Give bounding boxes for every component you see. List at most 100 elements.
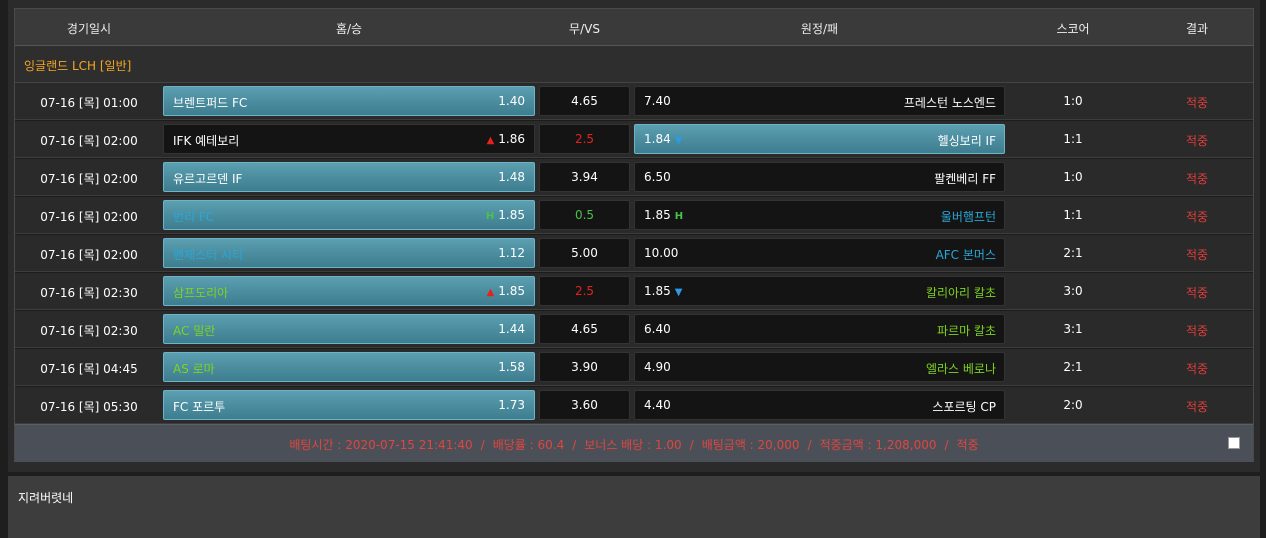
away-team: 팔켄베리 FF <box>934 172 996 186</box>
away-odds-button[interactable]: 10.00 AFC 본머스 <box>634 238 1005 268</box>
table-row: 07-16 [목] 02:30 AC 밀란 1.44 4.65 6.40 파르마 칼초 3:… <box>15 311 1253 348</box>
match-score: 2:1 <box>1063 360 1083 374</box>
home-odd-value: 1.85 <box>498 208 525 222</box>
bet-status: 적중 <box>956 438 979 452</box>
home-odd: 1.58 <box>498 360 525 374</box>
draw-odds-button[interactable]: 2.5 <box>539 124 630 154</box>
home-odd: 1.40 <box>498 94 525 108</box>
away-odd: 1.84 ▼ <box>644 132 686 146</box>
draw-odds-button[interactable]: 5.00 <box>539 238 630 268</box>
header-score: 스코어 <box>1056 22 1090 36</box>
away-team: 헬싱보리 IF <box>937 134 996 148</box>
home-team: 번리 FC <box>173 210 215 224</box>
header-draw: 무/VS <box>569 22 600 36</box>
league-row: 잉글랜드 LCH [일반] <box>15 46 1253 83</box>
home-odds-button[interactable]: FC 포르투 1.73 <box>163 390 535 420</box>
draw-odds-button[interactable]: 3.60 <box>539 390 630 420</box>
match-date: 07-16 [목] 02:30 <box>40 286 138 300</box>
away-odd-value: 1.85 <box>644 208 671 222</box>
away-odd-value: 6.40 <box>644 322 671 336</box>
home-odd: 1.12 <box>498 246 525 260</box>
draw-odds-button[interactable]: 2.5 <box>539 276 630 306</box>
result-badge: 적중 <box>1185 362 1209 376</box>
draw-odds-button[interactable]: 0.5 <box>539 200 630 230</box>
match-score: 3:1 <box>1063 322 1083 336</box>
draw-odd-value: 4.65 <box>571 94 598 108</box>
draw-odds-button[interactable]: 4.65 <box>539 314 630 344</box>
home-team: 브렌트퍼드 FC <box>173 96 248 110</box>
bet-time: 배팅시간 : 2020-07-15 21:41:40 <box>289 438 473 452</box>
match-date: 07-16 [목] 04:45 <box>40 362 138 376</box>
home-odds-button[interactable]: IFK 예테보리 ▲ 1.86 <box>163 124 535 154</box>
away-odds-button[interactable]: 7.40 프레스턴 노스엔드 <box>634 86 1005 116</box>
draw-odd-value: 3.60 <box>571 398 598 412</box>
bet-summary-text: 배팅시간 : 2020-07-15 21:41:40/배당률 : 60.4/보너… <box>289 438 979 452</box>
home-team: IFK 예테보리 <box>173 134 240 148</box>
table-header: 경기일시 홈/승 무/VS 원정/패 스코어 결과 <box>15 9 1253 46</box>
league-name: 잉글랜드 LCH [일반] <box>24 59 132 73</box>
home-odds-button[interactable]: 삼프도리아 ▲ 1.85 <box>163 276 535 306</box>
away-odds-button[interactable]: 1.85 ▼ 칼리아리 칼초 <box>634 276 1005 306</box>
table-row: 07-16 [목] 02:00 번리 FC H 1.85 0.5 1.85 H 울버햄프턴 1:… <box>15 197 1253 234</box>
home-odds-button[interactable]: AS 로마 1.58 <box>163 352 535 382</box>
away-odd-value: 6.50 <box>644 170 671 184</box>
draw-odd-value: 0.5 <box>574 208 595 222</box>
home-odd: ▲ 1.86 <box>483 132 525 146</box>
header-away: 원정/패 <box>800 22 839 36</box>
away-odds-button[interactable]: 6.40 파르마 칼초 <box>634 314 1005 344</box>
match-date: 07-16 [목] 02:00 <box>40 210 138 224</box>
result-badge: 적중 <box>1185 400 1209 414</box>
home-odd: ▲ 1.85 <box>483 284 525 298</box>
draw-odd-value: 3.94 <box>571 170 598 184</box>
home-odd-value: 1.48 <box>498 170 525 184</box>
home-odd-value: 1.40 <box>498 94 525 108</box>
arrow-up-icon: ▲ <box>486 135 495 146</box>
match-date: 07-16 [목] 02:00 <box>40 134 138 148</box>
match-score: 3:0 <box>1063 284 1083 298</box>
away-odds-button[interactable]: 1.84 ▼ 헬싱보리 IF <box>634 124 1005 154</box>
draw-odd-value: 3.90 <box>571 360 598 374</box>
draw-odd-value: 4.65 <box>571 322 598 336</box>
match-score: 1:0 <box>1063 94 1083 108</box>
select-checkbox[interactable] <box>1228 437 1240 449</box>
home-odd-value: 1.58 <box>498 360 525 374</box>
home-team: 삼프도리아 <box>173 286 229 300</box>
table-row: 07-16 [목] 02:00 유르고르덴 IF 1.48 3.94 6.50 팔켄베리 … <box>15 159 1253 196</box>
away-odds-button[interactable]: 4.90 엘라스 베로나 <box>634 352 1005 382</box>
match-date: 07-16 [목] 02:00 <box>40 172 138 186</box>
home-odd-value: 1.73 <box>498 398 525 412</box>
draw-odds-button[interactable]: 4.65 <box>539 86 630 116</box>
away-odds-button[interactable]: 4.40 스포르팅 CP <box>634 390 1005 420</box>
draw-odd-value: 2.5 <box>574 132 595 146</box>
header-date: 경기일시 <box>66 22 112 36</box>
draw-odds-button[interactable]: 3.90 <box>539 352 630 382</box>
result-badge: 적중 <box>1185 134 1209 148</box>
home-odds-button[interactable]: 브렌트퍼드 FC 1.40 <box>163 86 535 116</box>
match-score: 2:0 <box>1063 398 1083 412</box>
bet-amount: 배팅금액 : 20,000 <box>701 438 800 452</box>
home-odd-value: 1.85 <box>498 284 525 298</box>
away-odd-value: 10.00 <box>644 246 679 260</box>
result-badge: 적중 <box>1185 210 1209 224</box>
win-amount: 적중금액 : 1,208,000 <box>819 438 937 452</box>
bet-panel: 경기일시 홈/승 무/VS 원정/패 스코어 결과 잉글랜드 LCH [일반] … <box>8 0 1260 472</box>
match-date: 07-16 [목] 01:00 <box>40 96 138 110</box>
header-result: 결과 <box>1185 22 1209 36</box>
header-home: 홈/승 <box>335 22 363 36</box>
home-odds-button[interactable]: AC 밀란 1.44 <box>163 314 535 344</box>
draw-odds-button[interactable]: 3.94 <box>539 162 630 192</box>
away-team: 울버햄프턴 <box>940 210 996 224</box>
home-odd: 1.48 <box>498 170 525 184</box>
home-odd-value: 1.12 <box>498 246 525 260</box>
match-score: 1:0 <box>1063 170 1083 184</box>
home-odds-button[interactable]: 유르고르덴 IF 1.48 <box>163 162 535 192</box>
away-team: 스포르팅 CP <box>932 400 996 414</box>
away-odds-button[interactable]: 1.85 H 울버햄프턴 <box>634 200 1005 230</box>
draw-odd-value: 5.00 <box>571 246 598 260</box>
away-odds-button[interactable]: 6.50 팔켄베리 FF <box>634 162 1005 192</box>
home-odd: H 1.85 <box>482 208 525 222</box>
home-odds-button[interactable]: 맨체스터 시티 1.12 <box>163 238 535 268</box>
home-odds-button[interactable]: 번리 FC H 1.85 <box>163 200 535 230</box>
match-score: 2:1 <box>1063 246 1083 260</box>
bet-summary: 배팅시간 : 2020-07-15 21:41:40/배당률 : 60.4/보너… <box>15 424 1253 462</box>
